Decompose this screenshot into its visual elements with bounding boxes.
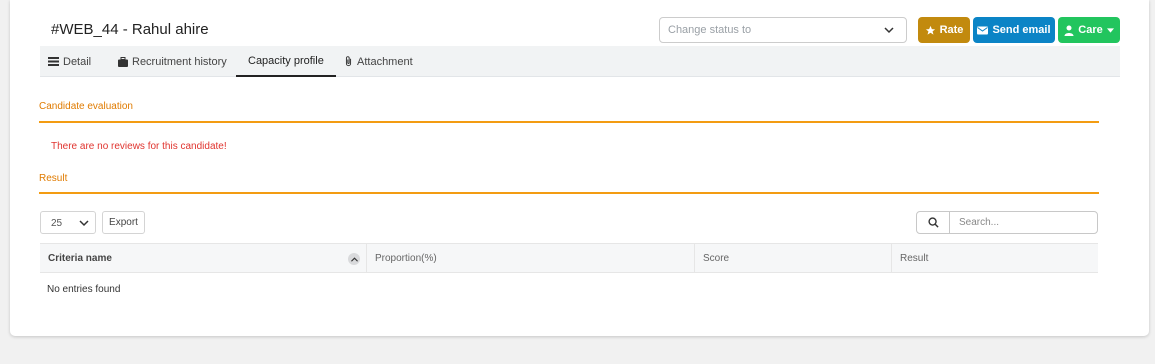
user-icon [1064, 25, 1074, 36]
column-result-label: Result [900, 253, 929, 264]
export-button[interactable]: Export [102, 211, 145, 234]
column-criteria-name-label: Criteria name [48, 253, 112, 264]
tab-detail-label: Detail [63, 55, 92, 68]
tab-attachment-label: Attachment [357, 55, 413, 68]
star-icon [925, 25, 935, 35]
caret-down-icon [1106, 27, 1114, 33]
column-proportion-label: Proportion(%) [375, 253, 437, 264]
result-heading: Result [39, 173, 68, 184]
tab-capacity-profile-label: Capacity profile [248, 54, 324, 67]
send-email-button[interactable]: Send email [973, 17, 1055, 43]
search-field[interactable]: Search... [916, 211, 1098, 234]
tab-attachment[interactable]: Attachment [344, 46, 413, 77]
briefcase-icon [118, 56, 128, 67]
tab-recruitment-history-label: Recruitment history [132, 55, 227, 68]
empty-table-message: No entries found [47, 284, 121, 295]
status-select-placeholder: Change status to [668, 24, 752, 36]
page-length-value: 25 [51, 218, 63, 229]
column-score-label: Score [703, 253, 730, 264]
column-result[interactable]: Result [892, 244, 1098, 273]
rate-button[interactable]: Rate [918, 17, 970, 43]
tab-recruitment-history[interactable]: Recruitment history [118, 46, 227, 77]
paperclip-icon [345, 56, 352, 67]
care-button[interactable]: Care [1058, 17, 1120, 43]
column-criteria-name[interactable]: Criteria name [40, 244, 367, 273]
send-email-button-label: Send email [992, 24, 1051, 36]
candidate-evaluation-heading: Candidate evaluation [39, 101, 133, 112]
envelope-icon [977, 26, 989, 34]
section-divider [39, 121, 1099, 123]
candidate-panel: #WEB_44 - Rahul ahire Change status to R… [10, 0, 1149, 336]
tab-detail[interactable]: Detail [48, 46, 91, 77]
chevron-down-icon [884, 27, 894, 34]
column-score[interactable]: Score [695, 244, 892, 273]
tab-bar: Detail Recruitment history Capacity prof… [40, 46, 1120, 77]
search-button[interactable] [917, 212, 950, 233]
search-icon [927, 217, 939, 228]
sort-ascending-icon[interactable] [348, 253, 360, 265]
search-input[interactable]: Search... [959, 217, 999, 228]
rate-button-label: Rate [939, 24, 964, 36]
table-header: Criteria name Proportion(%) Score Result [40, 243, 1098, 273]
care-button-label: Care [1078, 24, 1103, 36]
change-status-select[interactable]: Change status to [659, 17, 907, 43]
tab-capacity-profile[interactable]: Capacity profile [236, 46, 336, 77]
page-title: #WEB_44 - Rahul ahire [51, 21, 209, 38]
page-length-select[interactable]: 25 [40, 211, 96, 234]
chevron-down-icon [79, 220, 89, 227]
section-divider [39, 192, 1099, 194]
no-reviews-message: There are no reviews for this candidate! [51, 141, 227, 152]
list-icon [48, 57, 59, 66]
column-proportion[interactable]: Proportion(%) [367, 244, 695, 273]
